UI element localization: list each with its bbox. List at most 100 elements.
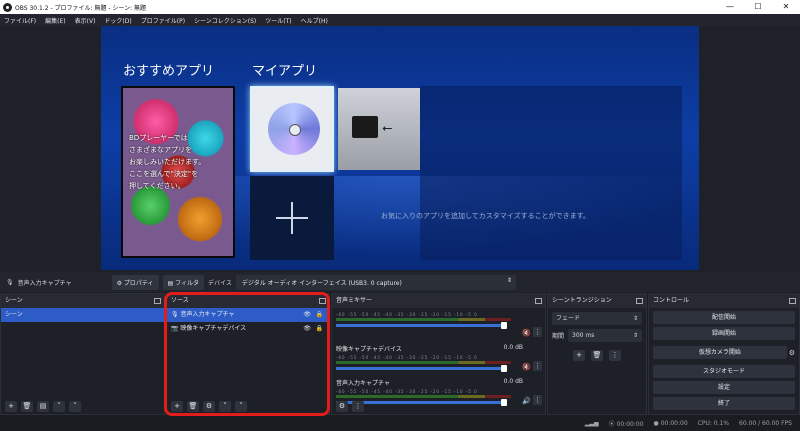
scene-down-button[interactable]: ˅ <box>69 400 81 412</box>
camera-icon: 📷 <box>171 325 179 332</box>
menu-view[interactable]: 表示(V) <box>75 16 96 25</box>
recommended-app-card: BDプレーヤーでは さまざまなアプリを お楽しみいただけます。 ここを選んで"決… <box>121 86 235 258</box>
menu-help[interactable]: ヘルプ(H) <box>301 16 328 25</box>
device-label: デバイス <box>208 279 232 287</box>
source-toolbar: 🎙 音声入力キャプチャ ⚙ プロパティ ▤ フィルタ デバイス デジタル オーデ… <box>0 272 800 292</box>
volume-meter <box>336 318 511 321</box>
undock-icon[interactable] <box>319 298 326 304</box>
muted-speaker-icon[interactable]: 🔇 <box>522 329 531 337</box>
menu-profile[interactable]: プロファイル(P) <box>141 16 185 25</box>
scene-filters-button[interactable]: ▤ <box>37 400 49 412</box>
hdd-icon <box>352 116 378 138</box>
spinner-icon: ⇕ <box>632 332 638 339</box>
gear-icon[interactable]: ⚙ <box>789 349 795 357</box>
mixer-settings-button[interactable]: ⚙ <box>336 400 348 412</box>
transition-type-dropdown[interactable]: フェード ⇕ <box>552 312 642 325</box>
volume-slider[interactable] <box>336 365 507 372</box>
menu-tools[interactable]: ツール(T) <box>265 16 291 25</box>
obs-window: OBS 30.1.2 - プロファイル: 無題 - シーン: 無題 — ☐ ✕ … <box>0 0 800 431</box>
maximize-button[interactable]: ☐ <box>744 0 772 14</box>
channel-menu-button[interactable]: ⋮ <box>533 327 542 337</box>
undock-icon[interactable] <box>636 298 643 304</box>
undock-icon[interactable] <box>154 298 161 304</box>
cpu-usage: CPU: 0.1% <box>697 419 730 427</box>
plus-icon <box>276 202 308 234</box>
menu-scene-collection[interactable]: シーンコレクション(S) <box>194 16 256 25</box>
disc-icon <box>268 103 320 155</box>
source-item[interactable]: 🎙 音声入力キャプチャ 👁 🔒 <box>167 308 329 322</box>
stream-status: ⦿ 00:00:00 <box>608 420 644 428</box>
exit-button[interactable]: 終了 <box>653 397 795 410</box>
remove-transition-button[interactable]: 🗑 <box>591 350 603 361</box>
controls-dock: コントロール 配信開始 録画開始 仮想カメラ開始 ⚙ スタジオモード 設定 終了 <box>648 293 800 415</box>
my-apps-message: お気に入りのアプリを追加してカスタマイズすることができます。 <box>381 212 590 220</box>
sources-dock: ソース 🎙 音声入力キャプチャ 👁 🔒 📷 映像キャプチャデバイス 👁 🔒 + … <box>166 293 330 415</box>
source-properties-button[interactable]: ⚙ <box>203 400 215 412</box>
source-item[interactable]: 📷 映像キャプチャデバイス 👁 🔒 <box>167 322 329 336</box>
source-down-button[interactable]: ˅ <box>235 400 247 412</box>
scene-transitions-dock: シーントランジション フェード ⇕ 期間 300 ms ⇕ + 🗑 ⋮ <box>547 293 647 415</box>
transition-menu-button[interactable]: ⋮ <box>609 350 621 361</box>
filters-button[interactable]: ▤ フィルタ <box>162 274 205 290</box>
mic-icon: 🎙 <box>6 278 14 286</box>
my-apps-area <box>420 86 682 260</box>
mixer-channel: 映像キャプチャデバイス 0.0 dB -60 -55 -50 -45 -40 -… <box>336 344 542 372</box>
duration-input[interactable]: 300 ms ⇕ <box>568 329 642 342</box>
device-dropdown[interactable]: デジタル オーディオ インターフェイス (USB3. 0 capture) <box>235 274 516 290</box>
lock-icon[interactable]: 🔒 <box>316 308 323 322</box>
selected-source-name: 音声入力キャプチャ <box>17 279 72 287</box>
undock-icon[interactable] <box>789 298 796 304</box>
scenes-dock: シーン シーン + 🗑 ▤ ˄ ˅ <box>0 293 165 415</box>
studio-mode-button[interactable]: スタジオモード <box>653 365 795 378</box>
app-tile-add <box>250 176 334 260</box>
mixer-menu-button[interactable]: ⋮ <box>352 400 364 412</box>
add-scene-button[interactable]: + <box>5 400 17 412</box>
menu-dock[interactable]: ドック(D) <box>104 16 131 25</box>
preview-canvas[interactable]: おすすめアプリ マイアプリ BDプレーヤーでは さまざまなアプリを お楽しみいた… <box>101 26 699 270</box>
add-transition-button[interactable]: + <box>573 350 585 361</box>
window-title: OBS 30.1.2 - プロファイル: 無題 - シーン: 無題 <box>15 4 147 12</box>
recommended-apps-title: おすすめアプリ <box>123 64 215 79</box>
obs-logo-icon <box>3 2 12 12</box>
volume-meter <box>336 361 511 364</box>
signal-icon: ▂▃▅ <box>584 419 599 427</box>
scene-up-button[interactable]: ˄ <box>53 400 65 412</box>
source-up-button[interactable]: ˄ <box>219 400 231 412</box>
settings-button[interactable]: 設定 <box>653 381 795 394</box>
fps-readout: 60.00 / 60.00 FPS <box>739 419 792 427</box>
start-recording-button[interactable]: 録画開始 <box>653 327 795 340</box>
transitions-title: シーントランジション <box>552 297 612 304</box>
menu-file[interactable]: ファイル(F) <box>4 16 36 25</box>
duration-label: 期間 <box>552 333 565 340</box>
minimize-button[interactable]: — <box>716 0 744 14</box>
volume-slider[interactable] <box>336 322 507 329</box>
start-streaming-button[interactable]: 配信開始 <box>653 311 795 324</box>
app-tile-disc <box>250 86 334 172</box>
usb-icon: ⭠ <box>382 121 393 136</box>
remove-scene-button[interactable]: 🗑 <box>21 400 33 412</box>
eye-icon[interactable]: 👁 <box>303 308 311 322</box>
title-bar: OBS 30.1.2 - プロファイル: 無題 - シーン: 無題 — ☐ ✕ <box>0 0 800 14</box>
mixer-channel: -60 -55 -50 -45 -40 -35 -30 -25 -20 -15 … <box>336 312 542 337</box>
muted-speaker-icon[interactable]: 🔇 <box>522 363 531 371</box>
close-button[interactable]: ✕ <box>772 0 800 14</box>
undock-icon[interactable] <box>535 298 542 304</box>
properties-button[interactable]: ⚙ プロパティ <box>111 274 159 290</box>
sources-title: ソース <box>171 297 189 304</box>
scenes-title: シーン <box>5 297 23 304</box>
add-source-button[interactable]: + <box>171 400 183 412</box>
eye-icon[interactable]: 👁 <box>303 322 311 336</box>
lock-icon[interactable]: 🔒 <box>316 322 323 336</box>
remove-source-button[interactable]: 🗑 <box>187 400 199 412</box>
mic-icon: 🎙 <box>171 311 179 318</box>
scene-item[interactable]: シーン <box>1 308 164 322</box>
app-tile-usb: ⭠ <box>338 88 420 170</box>
audio-mixer-dock: 音声ミキサー -60 -55 -50 -45 -40 -35 -30 -25 -… <box>331 293 546 415</box>
rec-status: ● 00:00:00 <box>653 419 688 427</box>
menu-bar: ファイル(F) 編集(E) 表示(V) ドック(D) プロファイル(P) シーン… <box>0 14 800 26</box>
mixer-title: 音声ミキサー <box>336 297 373 304</box>
start-virtual-camera-button[interactable]: 仮想カメラ開始 <box>653 346 787 359</box>
controls-title: コントロール <box>653 297 690 304</box>
channel-menu-button[interactable]: ⋮ <box>533 361 542 371</box>
menu-edit[interactable]: 編集(E) <box>45 16 65 25</box>
